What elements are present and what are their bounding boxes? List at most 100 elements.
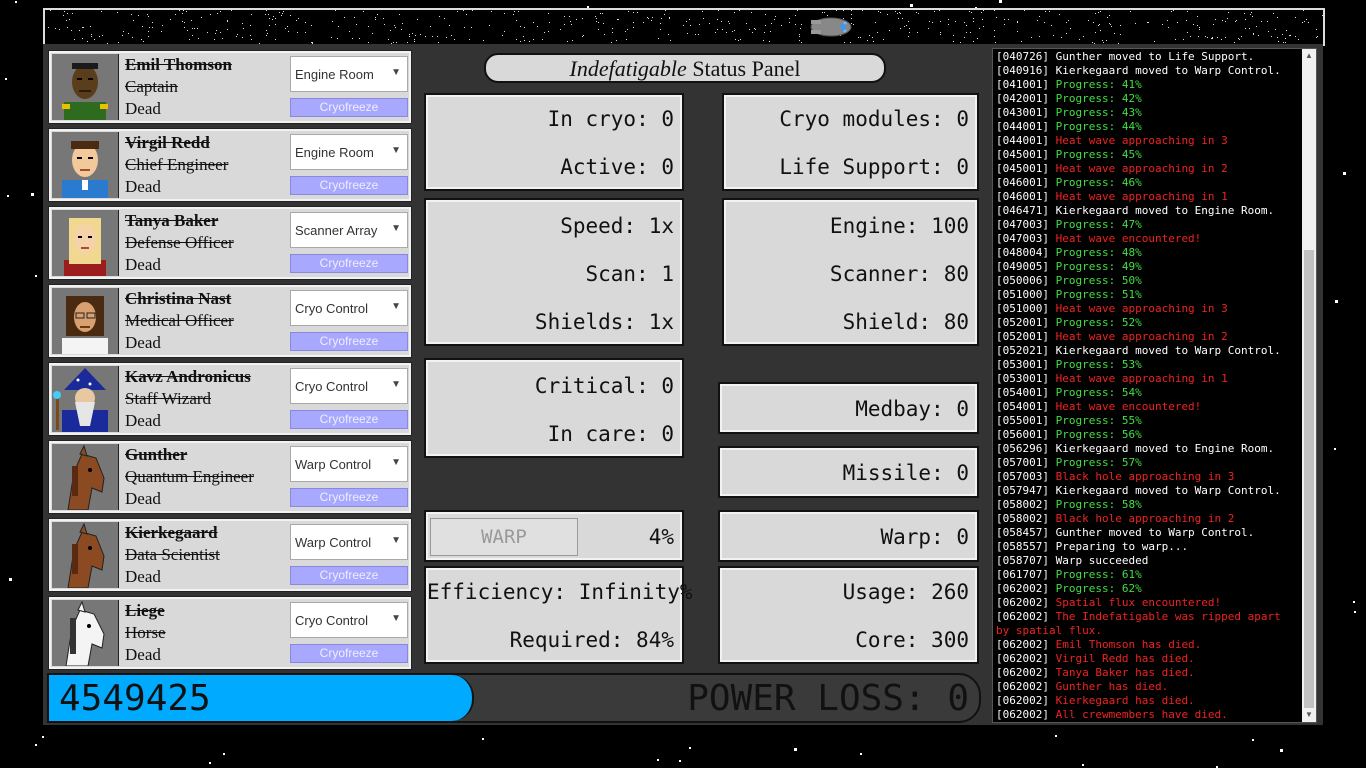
scroll-down-icon[interactable]: ▼ xyxy=(1302,708,1316,722)
star xyxy=(1162,24,1163,25)
star xyxy=(763,40,764,41)
event-log[interactable]: [040726] Gunther moved to Life Support.[… xyxy=(992,48,1317,723)
star xyxy=(359,38,360,39)
star xyxy=(948,24,949,25)
star xyxy=(734,30,735,31)
star xyxy=(617,19,618,20)
cryofreeze-button[interactable]: Cryofreeze xyxy=(290,98,408,117)
star xyxy=(268,14,269,15)
scroll-up-icon[interactable]: ▲ xyxy=(1302,49,1316,63)
star xyxy=(533,22,534,23)
cryofreeze-button[interactable]: Cryofreeze xyxy=(290,644,408,663)
log-timestamp: [052001] xyxy=(996,316,1049,329)
star xyxy=(596,21,597,22)
star xyxy=(1275,29,1276,30)
log-timestamp: [050006] xyxy=(996,274,1049,287)
star xyxy=(1024,10,1025,11)
star xyxy=(186,11,187,12)
star xyxy=(1285,42,1286,43)
scan-value: Scan: 1 xyxy=(585,262,674,286)
crew-location-select[interactable]: Engine Room ▼ xyxy=(290,56,408,92)
cryofreeze-button[interactable]: Cryofreeze xyxy=(290,332,408,351)
log-message: Progress: 50% xyxy=(1055,274,1142,287)
log-scrollbar[interactable]: ▲ ▼ xyxy=(1302,49,1316,722)
star xyxy=(1217,37,1218,38)
star xyxy=(482,738,484,740)
star xyxy=(94,39,95,40)
cryofreeze-button[interactable]: Cryofreeze xyxy=(290,488,408,507)
star xyxy=(352,38,353,39)
star xyxy=(375,17,376,18)
star xyxy=(889,30,890,31)
warp-button[interactable]: WARP xyxy=(430,518,578,556)
crew-location-select[interactable]: Cryo Control ▼ xyxy=(290,290,408,326)
star xyxy=(1044,22,1045,23)
star xyxy=(906,25,907,26)
star xyxy=(138,15,139,16)
missile-value: Missile: 0 xyxy=(842,461,969,485)
cryofreeze-button[interactable]: Cryofreeze xyxy=(290,566,408,585)
cryofreeze-button[interactable]: Cryofreeze xyxy=(290,254,408,273)
crew-card: Gunther Quantum Engineer Dead Warp Control ▼… xyxy=(48,440,412,514)
scrollbar-thumb[interactable] xyxy=(1304,250,1314,708)
crew-name: Gunther xyxy=(125,445,188,464)
star xyxy=(900,13,901,14)
crew-location-value: Engine Room xyxy=(295,145,374,160)
star xyxy=(661,18,662,19)
star xyxy=(432,36,433,37)
crew-location-select[interactable]: Cryo Control ▼ xyxy=(290,368,408,404)
crew-location-select[interactable]: Warp Control ▼ xyxy=(290,446,408,482)
star xyxy=(627,29,628,30)
star xyxy=(754,28,755,29)
log-message: Progress: 51% xyxy=(1055,288,1142,301)
star xyxy=(266,35,267,36)
star xyxy=(717,19,718,20)
log-entry: [041001] Progress: 41% xyxy=(996,78,1301,92)
crew-location-value: Cryo Control xyxy=(295,613,368,628)
log-message: Gunther has died. xyxy=(1055,680,1169,693)
log-timestamp: [045001] xyxy=(996,162,1049,175)
star xyxy=(877,32,878,33)
star xyxy=(966,25,967,26)
star xyxy=(504,31,505,32)
crew-card: Tanya Baker Defense Officer Dead Scanner Ar… xyxy=(48,206,412,280)
crew-location-select[interactable]: Engine Room ▼ xyxy=(290,134,408,170)
in-cryo-count: In cryo: 0 xyxy=(547,107,674,131)
cryofreeze-button[interactable]: Cryofreeze xyxy=(290,410,408,429)
star xyxy=(880,12,881,13)
crew-location-select[interactable]: Warp Control ▼ xyxy=(290,524,408,560)
log-entry: [042001] Progress: 42% xyxy=(996,92,1301,106)
star xyxy=(570,21,571,22)
critical-count: Critical: 0 xyxy=(534,374,674,398)
crew-status: Dead xyxy=(125,411,161,430)
star xyxy=(1354,611,1356,613)
star xyxy=(209,762,211,764)
star xyxy=(1061,37,1062,38)
star xyxy=(537,26,538,27)
log-message: Progress: 42% xyxy=(1055,92,1142,105)
star xyxy=(679,760,681,762)
star xyxy=(516,20,517,21)
crew-location-select[interactable]: Cryo Control ▼ xyxy=(290,602,408,638)
log-timestamp: [062002] xyxy=(996,652,1049,665)
star xyxy=(1271,36,1272,37)
log-message: Progress: 61% xyxy=(1055,568,1142,581)
star xyxy=(764,32,765,33)
star xyxy=(414,41,415,42)
cryofreeze-button[interactable]: Cryofreeze xyxy=(290,176,408,195)
star xyxy=(652,17,653,18)
star xyxy=(1154,41,1155,42)
star xyxy=(657,759,659,761)
medical-panel: Critical: 0 In care: 0 xyxy=(424,358,684,458)
star xyxy=(878,11,879,12)
log-message: Kierkegaard moved to Warp Control. xyxy=(1055,484,1281,497)
crew-location-value: Scanner Array xyxy=(295,223,378,238)
star xyxy=(1130,11,1131,12)
star xyxy=(363,11,364,12)
star xyxy=(1295,36,1296,37)
star xyxy=(794,748,797,751)
star xyxy=(1095,32,1096,33)
crew-location-select[interactable]: Scanner Array ▼ xyxy=(290,212,408,248)
cryo-status-panel: In cryo: 0 Active: 0 xyxy=(424,93,684,191)
star xyxy=(1249,28,1250,29)
